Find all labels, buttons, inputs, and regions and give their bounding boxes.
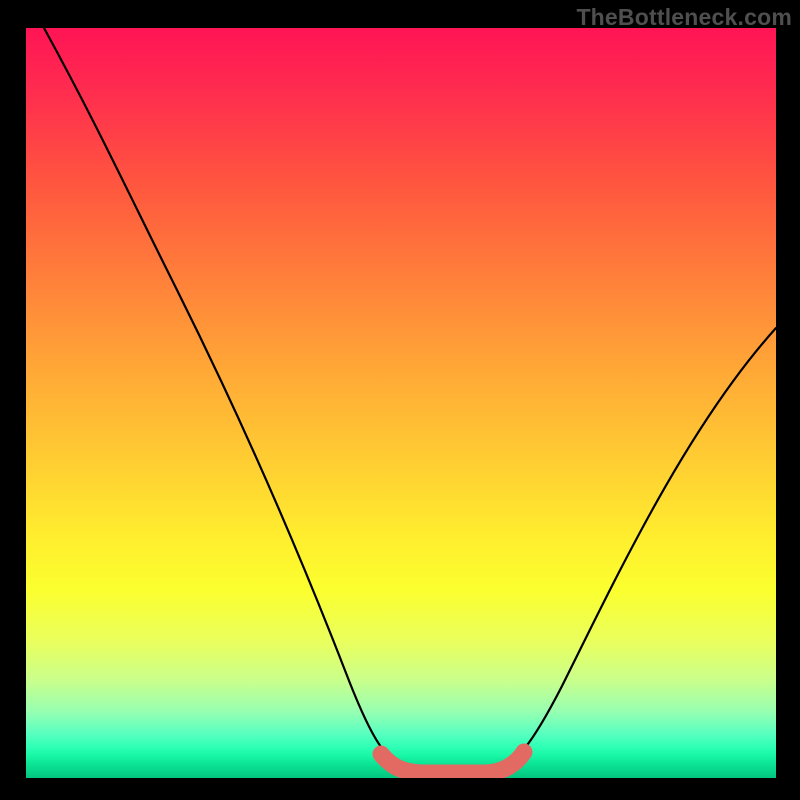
chart-plot-area [26,28,776,778]
attribution-watermark: TheBottleneck.com [576,4,792,31]
optimal-zone-highlight [381,752,524,773]
bottleneck-curve-path [44,28,776,770]
bottleneck-curve-svg [26,28,776,778]
